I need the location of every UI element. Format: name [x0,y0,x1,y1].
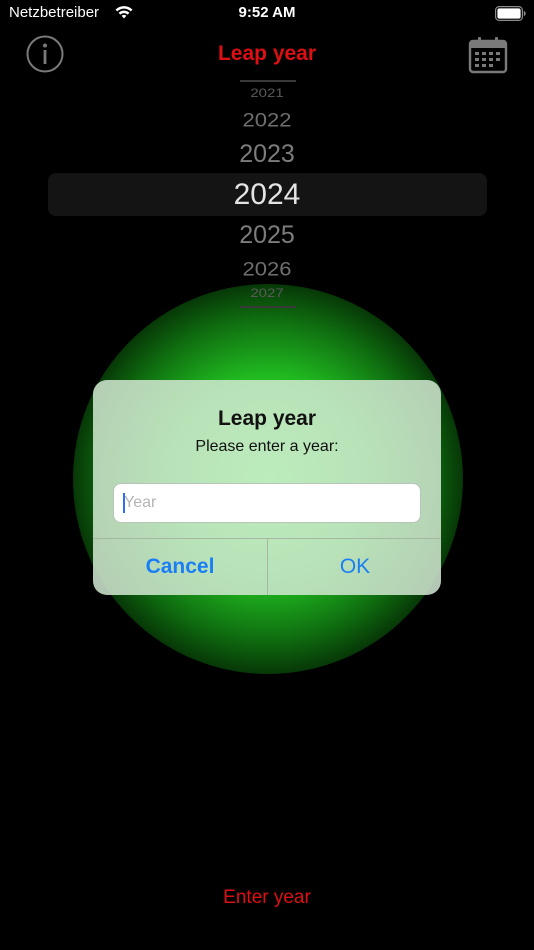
picker-row[interactable]: 2023 [0,142,534,167]
enter-year-button[interactable]: Enter year [0,887,534,909]
alert-title: Leap year [217,407,317,430]
year-input[interactable] [113,483,421,523]
picker-row[interactable]: 2021 [0,88,534,100]
cancel-button[interactable]: Cancel [93,539,267,595]
picker-row[interactable]: 2022 [0,110,534,130]
picker-edge-top [240,80,296,82]
calendar-icon[interactable] [468,36,508,74]
alert-message: Please enter a year: [195,438,339,455]
picker-row-selected[interactable]: 2024 [0,180,534,210]
picker-row[interactable]: 2027 [0,288,534,300]
picker-row[interactable]: 2026 [0,259,534,279]
battery-icon [495,6,526,21]
status-time: 9:52 AM [238,4,296,21]
picker-edge-bottom [240,306,296,308]
page-title: Leap year [217,42,317,65]
picker-row[interactable]: 2025 [0,223,534,248]
status-bar: Netzbetreiber 9:52 AM [0,0,534,28]
ok-button[interactable]: OK [268,539,441,595]
enter-year-alert: Leap year Please enter a year: Cancel OK [93,380,441,595]
text-cursor [123,493,125,513]
year-picker[interactable]: 2021 2022 2023 2024 2025 2026 2027 [0,70,534,315]
